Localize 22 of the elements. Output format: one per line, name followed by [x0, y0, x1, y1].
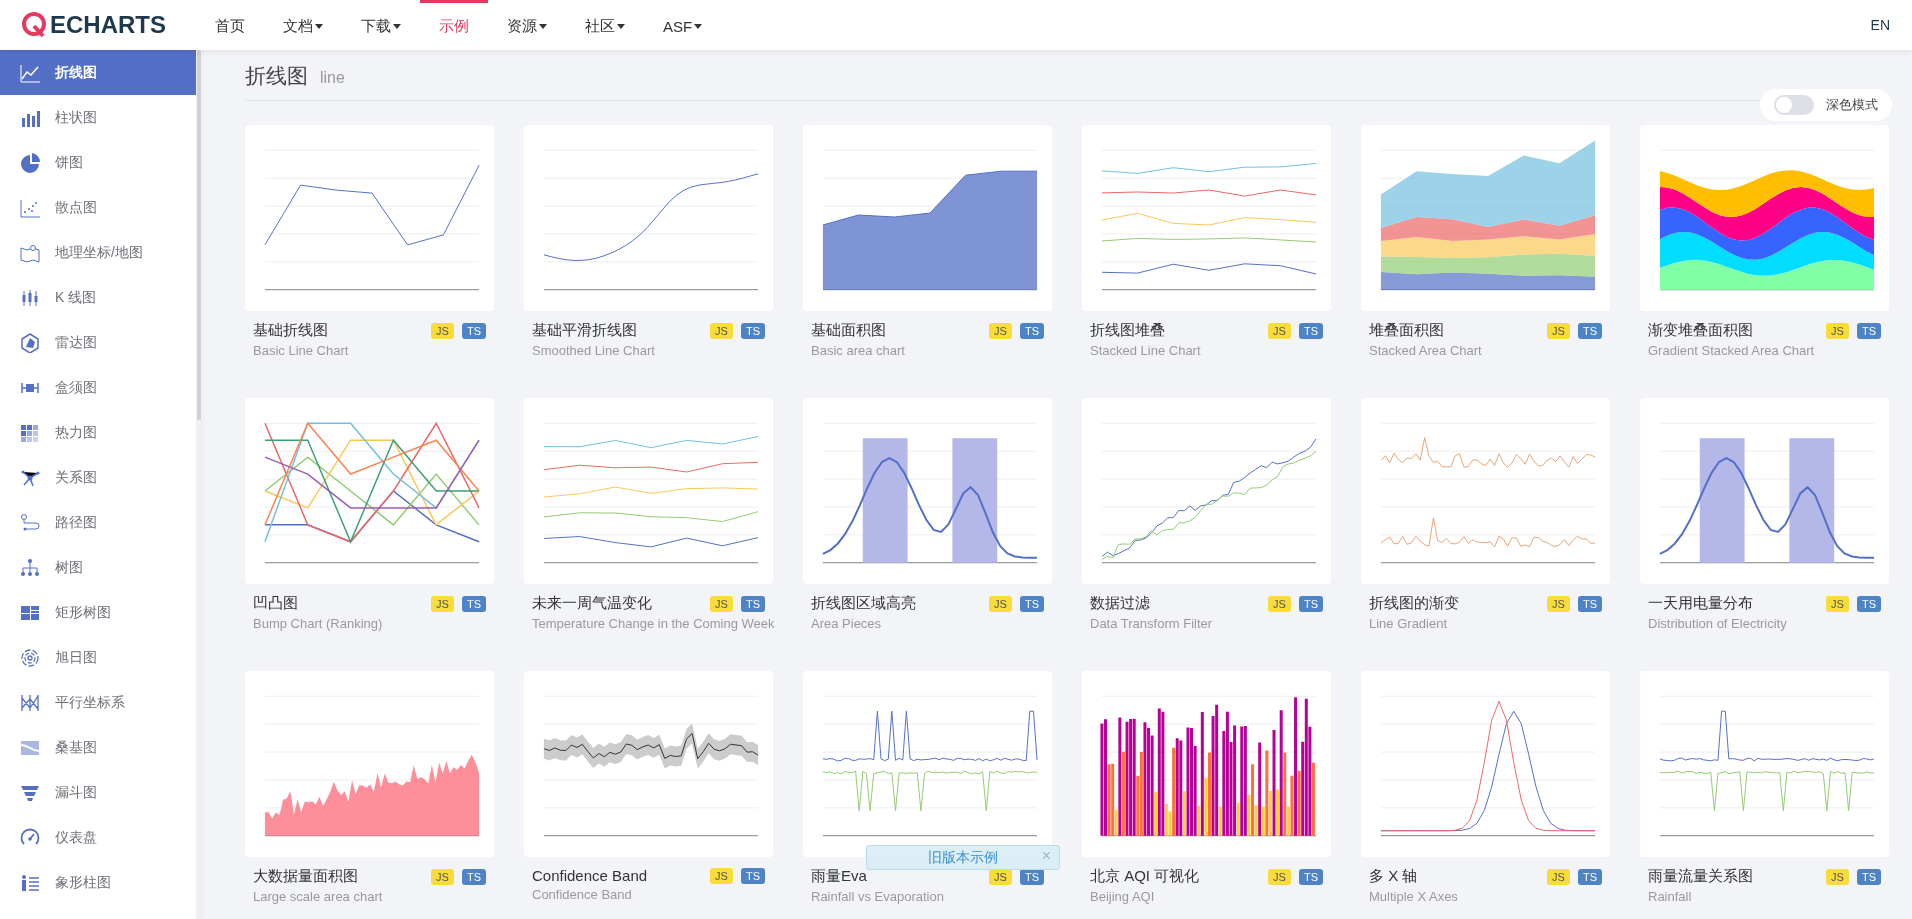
card-subtitle: Multiple X Axes: [1368, 889, 1459, 904]
section-title: 折线图: [245, 63, 308, 89]
card-subtitle: Beijing AQI: [1089, 889, 1156, 904]
card-subtitle: Data Transform Filter: [1089, 616, 1214, 631]
card-subtitle: Distribution of Electricity: [1647, 616, 1788, 631]
card-subtitle: Line Gradient: [1368, 616, 1449, 631]
card-subtitle: Basic area chart: [810, 343, 906, 358]
card-subtitle: Stacked Line Chart: [1089, 343, 1202, 358]
card-subtitle: Rainfall: [1647, 889, 1693, 904]
card-subtitle: Temperature Change in the Coming Week: [531, 616, 773, 631]
card-subtitle: Basic Line Chart: [252, 343, 350, 358]
card-subtitle: Stacked Area Chart: [1368, 343, 1483, 358]
card-subtitle: Confidence Band: [531, 887, 633, 902]
toggle-label: 深色模式: [1826, 96, 1878, 114]
section-subtitle: line: [320, 69, 345, 87]
card-subtitle: Large scale area chart: [252, 889, 384, 904]
card-subtitle: Rainfall vs Evaporation: [810, 889, 945, 904]
card-subtitle: Bump Chart (Ranking): [252, 616, 384, 631]
card-subtitle: Area Pieces: [810, 616, 883, 631]
toast-message: 旧版本示例: [928, 848, 998, 867]
card-subtitle: Smoothed Line Chart: [531, 343, 656, 358]
card-subtitle: Gradient Stacked Area Chart: [1647, 343, 1816, 358]
